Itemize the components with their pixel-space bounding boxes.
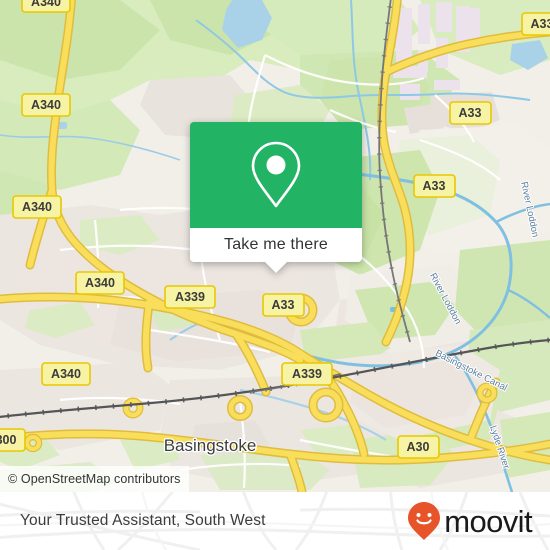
svg-text:A340: A340 (31, 0, 61, 9)
svg-text:A340: A340 (22, 200, 52, 214)
road-shield: 300 (0, 428, 26, 452)
road-shield: A33 (413, 174, 456, 198)
svg-text:A339: A339 (292, 367, 322, 381)
callout-action-bar[interactable]: Take me there (190, 228, 362, 273)
svg-text:A340: A340 (85, 276, 115, 290)
road-shield: A339 (164, 285, 216, 309)
road-shield: A339 (281, 362, 333, 386)
road-shield: A340 (21, 0, 71, 13)
svg-text:A340: A340 (51, 367, 81, 381)
page-title: Your Trusted Assistant, South West (20, 512, 266, 529)
location-callout-card[interactable]: Take me there (190, 122, 362, 273)
callout-icon-panel (190, 122, 362, 228)
road-shield: A340 (41, 362, 91, 386)
moovit-smiley-pin-icon (408, 502, 441, 540)
road-shield: A33 (449, 101, 492, 125)
map-label-city: Basingstoke (164, 436, 257, 455)
footer-bar: Your Trusted Assistant, South West moovi… (0, 492, 550, 550)
road-shield: A340 (21, 93, 71, 117)
svg-text:300: 300 (0, 433, 16, 447)
road-shield: A33 (262, 293, 305, 317)
map-canvas[interactable]: Basingstoke River Loddon River Loddon Ba… (0, 0, 550, 492)
svg-text:A33: A33 (423, 179, 446, 193)
svg-text:A33: A33 (459, 106, 482, 120)
road-shield: A340 (75, 271, 125, 295)
take-me-there-label: Take me there (224, 236, 328, 253)
map-screenshot: Basingstoke River Loddon River Loddon Ba… (0, 0, 550, 550)
road-shield: A340 (12, 195, 62, 219)
callout-pointer-tail (265, 262, 287, 273)
moovit-wordmark: moovit (444, 503, 532, 539)
map-pin-icon (251, 141, 301, 208)
road-shield: A30 (397, 435, 440, 459)
svg-text:A339: A339 (175, 290, 205, 304)
svg-text:A340: A340 (31, 98, 61, 112)
moovit-brand-logo: moovit (406, 501, 533, 541)
svg-text:A33: A33 (272, 298, 295, 312)
map-attribution: © OpenStreetMap contributors (0, 466, 189, 492)
attribution-text: © OpenStreetMap contributors (8, 472, 181, 486)
road-shield: A33 (521, 12, 550, 36)
svg-text:A30: A30 (407, 440, 430, 454)
svg-text:A33: A33 (531, 17, 550, 31)
